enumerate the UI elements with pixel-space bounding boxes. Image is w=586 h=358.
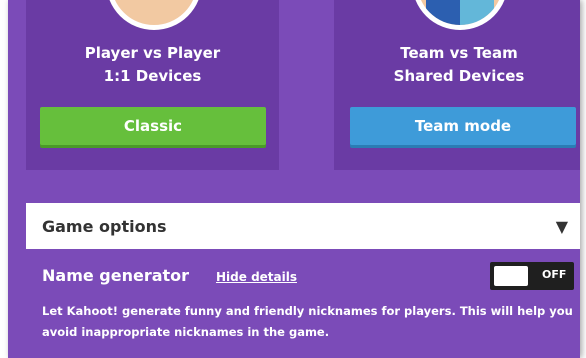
card-title: Player vs Player bbox=[84, 44, 221, 62]
card-subtitle: Shared Devices bbox=[393, 67, 525, 85]
screen-frame: Player vs Player 1:1 Devices Classic Tea… bbox=[0, 0, 586, 358]
chevron-down-icon[interactable]: ▼ bbox=[556, 217, 568, 236]
name-generator-toggle[interactable]: OFF bbox=[490, 262, 574, 290]
card-subtitle: 1:1 Devices bbox=[103, 67, 202, 85]
game-mode-panel: Player vs Player 1:1 Devices Classic Tea… bbox=[8, 0, 580, 358]
name-generator-description: Let Kahoot! generate funny and friendly … bbox=[42, 304, 573, 339]
toggle-knob[interactable] bbox=[494, 266, 528, 286]
team-mode-card: Team vs Team Shared Devices Team mode bbox=[334, 0, 580, 170]
team-avatar bbox=[412, 0, 508, 30]
name-generator-row: Name generator Hide details OFF bbox=[42, 262, 574, 290]
classic-mode-card: Player vs Player 1:1 Devices Classic bbox=[26, 0, 279, 170]
player-avatar bbox=[106, 0, 202, 30]
team-mode-button[interactable]: Team mode bbox=[350, 107, 576, 145]
card-title: Team vs Team bbox=[400, 44, 518, 62]
game-options-title: Game options bbox=[42, 216, 167, 236]
classic-button[interactable]: Classic bbox=[40, 107, 266, 145]
name-generator-label: Name generator bbox=[42, 266, 190, 285]
toggle-state-label: OFF bbox=[542, 268, 567, 281]
hide-details-link[interactable]: Hide details bbox=[216, 270, 297, 284]
game-options-header[interactable]: Game options ▼ bbox=[26, 203, 580, 249]
